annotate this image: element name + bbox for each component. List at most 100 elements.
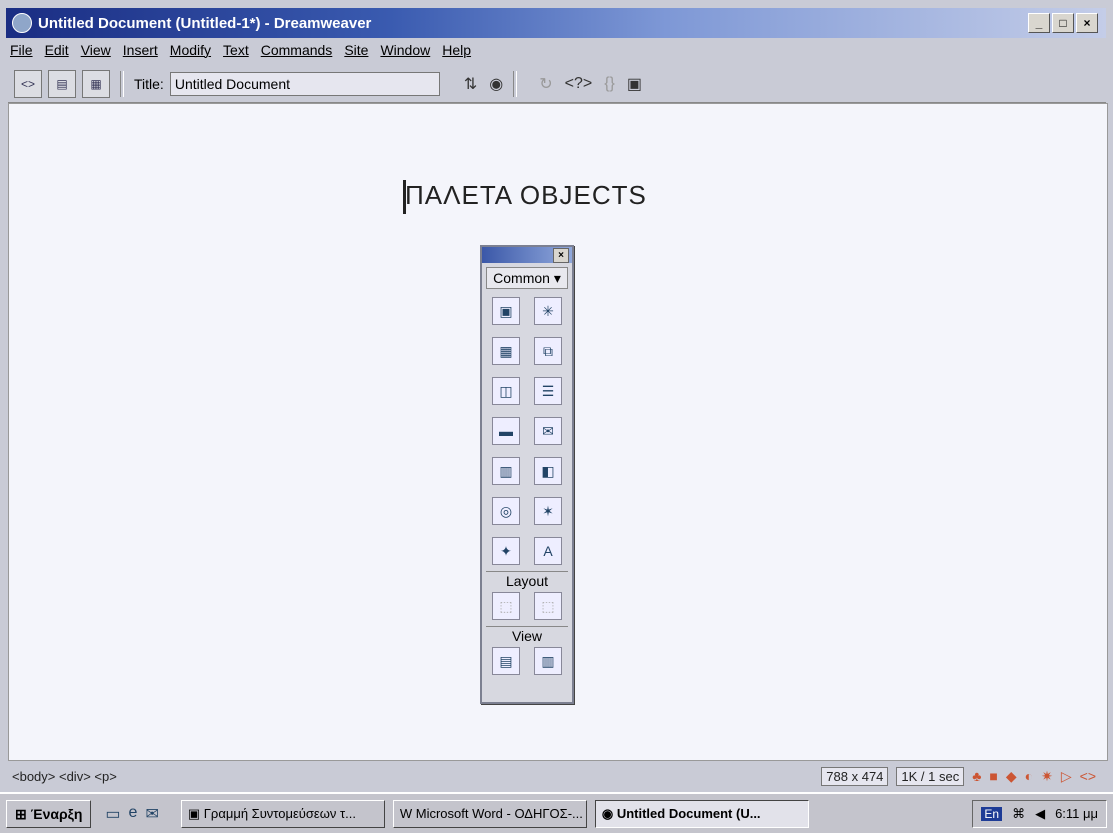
title-input[interactable] bbox=[169, 72, 440, 96]
menu-commands[interactable]: Commands bbox=[261, 42, 333, 58]
title-bar[interactable]: Untitled Document (Untitled-1*) - Dreamw… bbox=[6, 8, 1106, 38]
menu-site[interactable]: Site bbox=[344, 42, 368, 58]
design-view-icon: ▦ bbox=[90, 77, 102, 91]
outlook-express-icon[interactable]: ✉ bbox=[145, 804, 158, 824]
tag-selector[interactable]: <body> <div> <p> bbox=[12, 769, 117, 784]
common-objects-grid: ▣ ✳ ▦ ⧉ ◫ ☰ ▬ ✉ ▥ ◧ ◎ ✶ ✦ A bbox=[482, 297, 572, 565]
task-label: Γραμμή Συντομεύσεων τ... bbox=[203, 805, 356, 821]
code-view-icon: <> bbox=[20, 77, 35, 91]
window-controls: _ □ × bbox=[1028, 13, 1098, 33]
view-options-icon[interactable]: ▣ bbox=[627, 74, 642, 94]
windows-taskbar: ⊞ Έναρξη ▭ e ✉ ▣ Γραμμή Συντομεύσεων τ..… bbox=[0, 792, 1113, 833]
palette-category-label: Common bbox=[493, 270, 550, 286]
menu-insert[interactable]: Insert bbox=[123, 42, 158, 58]
close-button[interactable]: × bbox=[1076, 13, 1098, 33]
draw-layer-icon[interactable]: ◫ bbox=[492, 377, 520, 405]
css-styles-icon[interactable]: ◐ bbox=[1025, 768, 1033, 784]
task-dreamweaver[interactable]: ◉ Untitled Document (U... bbox=[594, 799, 809, 828]
draw-layout-table-icon[interactable]: ⬚ bbox=[534, 592, 562, 620]
status-bar: <body> <div> <p> 788 x 474 1K / 1 sec ♣ … bbox=[8, 764, 1106, 788]
task-microsoft-word[interactable]: W Microsoft Word - ΟΔΗΓΟΣ-... bbox=[392, 799, 587, 828]
flash-button-icon[interactable]: ✦ bbox=[492, 537, 520, 565]
menu-help[interactable]: Help bbox=[442, 42, 471, 58]
date-icon[interactable]: ▥ bbox=[492, 457, 520, 485]
window-title: Untitled Document (Untitled-1*) - Dreamw… bbox=[38, 14, 372, 32]
dreamweaver-icon: ◉ bbox=[601, 805, 617, 821]
code-navigation-icon[interactable]: {} bbox=[604, 75, 615, 93]
flash-icon[interactable]: ✶ bbox=[534, 497, 562, 525]
preview-browser-icon[interactable]: ◉ bbox=[489, 74, 503, 94]
task-label: Untitled Document (U... bbox=[616, 805, 761, 821]
assets-icon[interactable]: ■ bbox=[989, 768, 997, 784]
site-icon[interactable]: ♣ bbox=[972, 768, 981, 784]
insert-table-icon[interactable]: ▦ bbox=[492, 337, 520, 365]
dreamweaver-window: Untitled Document (Untitled-1*) - Dreamw… bbox=[0, 0, 1113, 833]
standard-view-icon[interactable]: ▤ bbox=[492, 647, 520, 675]
title-label: Title: bbox=[134, 76, 164, 92]
view-section-label: View bbox=[486, 626, 568, 645]
maximize-button[interactable]: □ bbox=[1052, 13, 1074, 33]
split-view-icon: ▤ bbox=[56, 77, 68, 91]
menu-edit[interactable]: Edit bbox=[45, 42, 69, 58]
layout-section-label: Layout bbox=[486, 571, 568, 590]
task-quick-launch-toolbar[interactable]: ▣ Γραμμή Συντομεύσεων τ... bbox=[180, 799, 385, 828]
history-icon[interactable]: ▷ bbox=[1061, 768, 1072, 785]
code-inspector-icon[interactable]: <> bbox=[1080, 768, 1096, 784]
objects-palette: × Common ▾ ▣ ✳ ▦ ⧉ ◫ ☰ ▬ ✉ ▥ ◧ ◎ ✶ ✦ A L… bbox=[480, 245, 574, 704]
volume-icon[interactable]: ◀ bbox=[1035, 806, 1045, 822]
design-view-button[interactable]: ▦ bbox=[82, 70, 110, 98]
insert-tabular-data-icon[interactable]: ⧉ bbox=[534, 337, 562, 365]
system-tray: En ⌘ ◀ 6:11 μμ bbox=[972, 799, 1107, 828]
fireworks-html-icon[interactable]: ◎ bbox=[492, 497, 520, 525]
behaviors-icon[interactable]: ✷ bbox=[1041, 768, 1053, 785]
horizontal-rule-icon[interactable]: ▬ bbox=[492, 417, 520, 445]
split-view-button[interactable]: ▤ bbox=[48, 70, 76, 98]
menu-bar: File Edit View Insert Modify Text Comman… bbox=[10, 38, 471, 62]
show-desktop-icon[interactable]: ▭ bbox=[105, 804, 120, 824]
navigation-bar-icon[interactable]: ☰ bbox=[534, 377, 562, 405]
email-link-icon[interactable]: ✉ bbox=[534, 417, 562, 445]
folder-icon: ▣ bbox=[187, 805, 204, 821]
code-view-button[interactable]: <> bbox=[14, 70, 42, 98]
menu-window[interactable]: Window bbox=[380, 42, 430, 58]
insert-rollover-image-icon[interactable]: ✳ bbox=[534, 297, 562, 325]
clock[interactable]: 6:11 μμ bbox=[1055, 806, 1098, 821]
start-label: Έναρξη bbox=[30, 805, 83, 822]
minimize-button[interactable]: _ bbox=[1028, 13, 1050, 33]
html-styles-icon[interactable]: ◆ bbox=[1006, 768, 1017, 785]
window-size-dropdown[interactable]: 788 x 474 bbox=[821, 766, 889, 786]
internet-explorer-icon[interactable]: e bbox=[129, 804, 138, 824]
menu-file[interactable]: File bbox=[10, 42, 33, 58]
draw-layout-cell-icon[interactable]: ⬚ bbox=[492, 592, 520, 620]
palette-title-bar[interactable]: × bbox=[482, 247, 572, 263]
server-side-include-icon[interactable]: ◧ bbox=[534, 457, 562, 485]
network-icon[interactable]: ⌘ bbox=[1012, 806, 1025, 822]
chevron-down-icon: ▾ bbox=[553, 270, 561, 286]
dreamweaver-app-icon bbox=[12, 13, 32, 33]
insert-image-icon[interactable]: ▣ bbox=[492, 297, 520, 325]
toolbar-separator bbox=[120, 71, 124, 97]
task-label: Microsoft Word - ΟΔΗΓΟΣ-... bbox=[415, 805, 583, 821]
quick-launch: ▭ e ✉ bbox=[105, 804, 158, 824]
layout-objects-grid: ⬚ ⬚ bbox=[482, 592, 572, 620]
download-estimate: 1K / 1 sec bbox=[896, 766, 965, 786]
toolbar-separator bbox=[513, 71, 518, 97]
start-button[interactable]: ⊞ Έναρξη bbox=[6, 799, 92, 828]
layout-view-icon[interactable]: ▥ bbox=[534, 647, 562, 675]
refresh-icon[interactable]: ↻ bbox=[539, 74, 552, 94]
language-indicator[interactable]: En bbox=[981, 806, 1003, 821]
document-toolbar: <> ▤ ▦ Title: ⇅ ◉ ↻ <?> {} ▣ bbox=[8, 66, 1106, 103]
palette-category-dropdown[interactable]: Common ▾ bbox=[486, 267, 568, 289]
flash-text-icon[interactable]: A bbox=[534, 537, 562, 565]
menu-modify[interactable]: Modify bbox=[170, 42, 211, 58]
palette-close-button[interactable]: × bbox=[553, 248, 569, 263]
menu-view[interactable]: View bbox=[81, 42, 111, 58]
word-icon: W bbox=[399, 805, 416, 821]
windows-logo-icon: ⊞ bbox=[15, 805, 31, 822]
reference-icon[interactable]: <?> bbox=[565, 75, 593, 93]
page-heading[interactable]: ΠΑΛΕΤΑ OBJECTS bbox=[405, 180, 647, 211]
view-objects-grid: ▤ ▥ bbox=[482, 647, 572, 675]
file-management-icon[interactable]: ⇅ bbox=[464, 74, 477, 94]
menu-text[interactable]: Text bbox=[223, 42, 249, 58]
status-bar-right: 788 x 474 1K / 1 sec ♣ ■ ◆ ◐ ✷ ▷ <> bbox=[821, 766, 1096, 786]
